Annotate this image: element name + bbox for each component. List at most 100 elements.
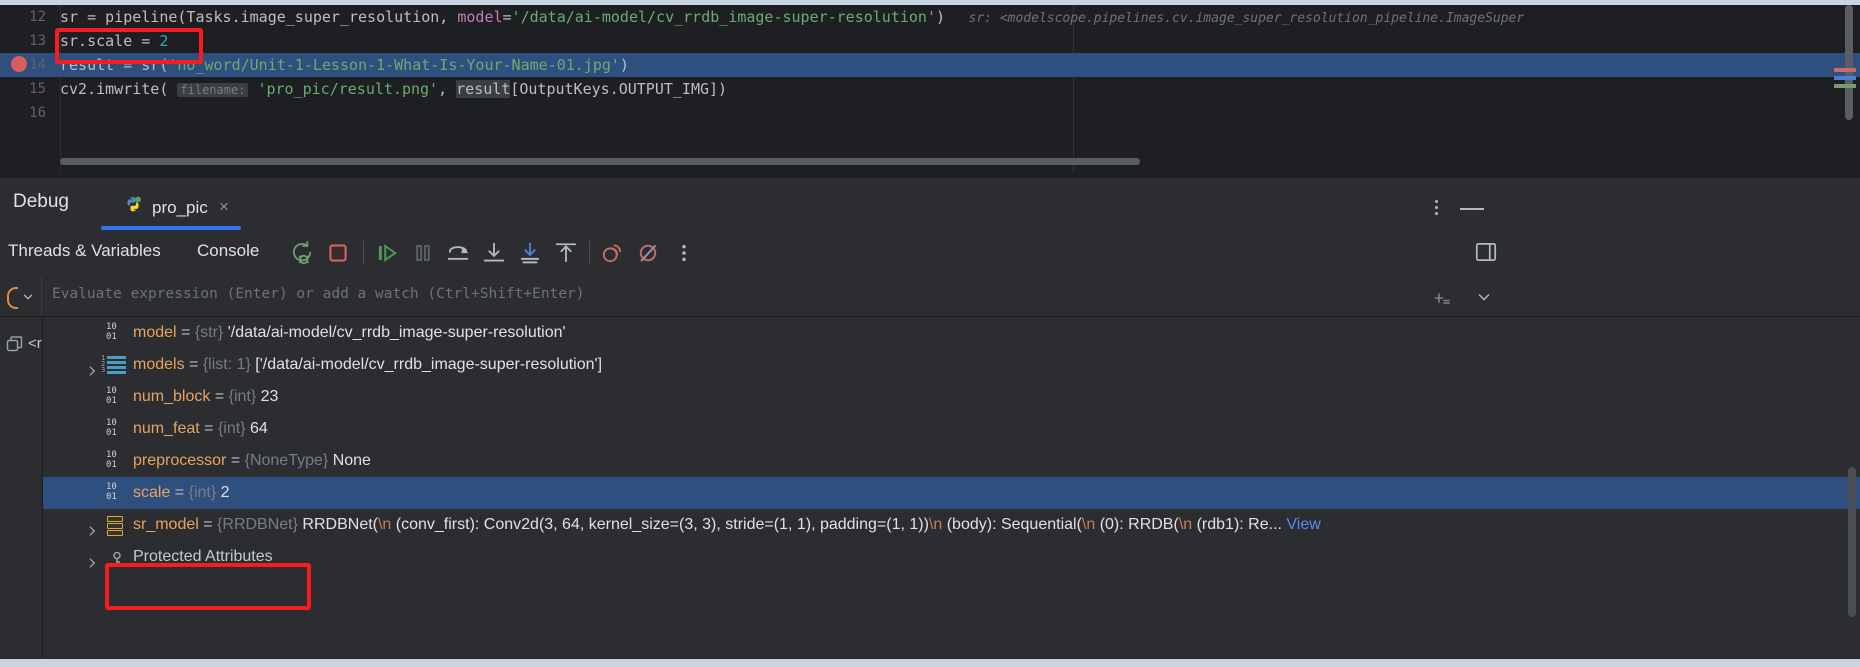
tab-threads-and-variables[interactable]: Threads & Variables	[8, 241, 161, 261]
evaluate-history-chevron-icon[interactable]	[1476, 289, 1492, 309]
view-link[interactable]: View	[1282, 516, 1320, 533]
code-token: 2	[159, 32, 169, 50]
code-text: sr = pipeline(Tasks.image_super_resoluti…	[60, 5, 1524, 31]
code-token: )	[936, 8, 946, 26]
debug-tool-window: Debug pro_pic × Threads & Variables Cons…	[0, 178, 1860, 667]
code-line[interactable]: 12 sr = pipeline(Tasks.image_super_resolu…	[0, 5, 1860, 29]
error-stripe-marker[interactable]	[1834, 68, 1856, 72]
variable-row[interactable]: Protected Attributes	[43, 541, 1860, 573]
code-token: model	[457, 8, 503, 26]
variable-type: {int}	[228, 388, 257, 405]
resume-button[interactable]	[373, 239, 403, 267]
variable-equals: =	[184, 356, 203, 373]
frames-sidebar[interactable]: <r	[0, 317, 43, 657]
code-line[interactable]: 13 sr.scale = 2	[0, 29, 1860, 53]
tab-console[interactable]: Console	[197, 241, 259, 261]
chevron-down-icon[interactable]	[21, 290, 35, 308]
escape-sequence: \n	[1081, 516, 1096, 533]
binary-value-icon: 10 01	[106, 418, 117, 438]
variable-row[interactable]: 10 01 num_block = {int} 23	[43, 381, 1860, 413]
pause-button[interactable]	[409, 239, 439, 267]
variable-name: model	[133, 324, 177, 341]
editor-vertical-scrollbar[interactable]	[1845, 5, 1853, 120]
variable-row[interactable]: 10 01 num_feat = {int} 64	[43, 413, 1860, 445]
code-token: cv2.imwrite(	[60, 80, 178, 98]
watches-toggle[interactable]	[0, 276, 42, 316]
close-icon[interactable]: ×	[215, 198, 233, 216]
layout-settings-icon[interactable]	[1473, 239, 1503, 267]
variable-type: {str}	[194, 324, 224, 341]
change-stripe-marker[interactable]	[1834, 84, 1856, 88]
escape-sequence: \n	[1178, 516, 1193, 533]
variables-tree[interactable]: 10 01 model = {str} '/data/ai-model/cv_rrd…	[43, 317, 1860, 657]
variable-equals: =	[210, 388, 229, 405]
toolbar-separator-2	[589, 241, 590, 265]
variable-type: {list: 1}	[202, 356, 251, 373]
variable-equals: =	[226, 452, 245, 469]
chevron-right-icon[interactable]	[85, 550, 99, 582]
variable-type: {int}	[217, 420, 246, 437]
code-line[interactable]: 15 cv2.imwrite( filename: 'pro_pic/result…	[0, 77, 1860, 101]
code-token: filename:	[177, 83, 249, 97]
variable-row[interactable]: 10 01 model = {str} '/data/ai-model/cv_rrd…	[43, 317, 1860, 349]
rerun-button[interactable]	[288, 239, 318, 267]
escape-sequence: \n	[928, 516, 943, 533]
variable-text: Protected Attributes	[133, 541, 273, 573]
code-token: )	[619, 56, 629, 74]
variable-equals: =	[198, 516, 218, 533]
toolbar-separator	[363, 241, 364, 265]
code-token: ,	[438, 80, 457, 98]
minimize-icon[interactable]	[1460, 208, 1484, 210]
variable-value: None	[332, 452, 371, 469]
mute-breakpoints-button[interactable]	[634, 239, 664, 267]
step-over-button[interactable]	[444, 239, 474, 267]
code-line[interactable]: 14 result = sr('no_word/Unit-1-Lesson-1-W…	[0, 53, 1860, 77]
variable-row[interactable]: 10 01 preprocessor = {NoneType} None	[43, 445, 1860, 477]
escape-sequence: \n	[377, 516, 392, 533]
code-token: 'no_word/Unit-1-Lesson-1-What-Is-Your-Na…	[168, 56, 620, 74]
variable-value: 2	[220, 484, 230, 501]
variable-value: '/data/ai-model/cv_rrdb_image-super-reso…	[227, 324, 566, 341]
step-out-button[interactable]	[552, 239, 582, 267]
variable-name: sr_model	[133, 516, 199, 533]
window-bottom-strip	[0, 659, 1860, 667]
stop-button[interactable]	[324, 239, 354, 267]
variable-text: scale = {int} 2	[133, 477, 230, 509]
watch-bracket-icon	[7, 287, 18, 309]
frame-label[interactable]: <r	[28, 335, 44, 352]
view-breakpoints-button[interactable]	[598, 239, 628, 267]
debug-session-tab[interactable]: pro_pic	[110, 188, 220, 228]
toolbar-more-icon[interactable]	[670, 239, 700, 267]
more-options-icon[interactable]	[1428, 200, 1444, 218]
add-watch-icon[interactable]	[1432, 288, 1452, 312]
evaluate-expression-input[interactable]: Evaluate expression (Enter) or add a wat…	[52, 286, 1392, 306]
variable-row[interactable]: 10 01 scale = {int} 2	[43, 477, 1860, 509]
variable-group-label: Protected Attributes	[133, 548, 273, 565]
variable-row[interactable]: 1 2 3 models = {list: 1} ['/data/ai-model/c…	[43, 349, 1860, 381]
breakpoint-marker[interactable]	[11, 56, 27, 72]
code-token: =	[502, 8, 512, 26]
variable-text: sr_model = {RRDBNet} RRDBNet(\n (conv_fi…	[133, 509, 1321, 541]
code-token: 'pro_pic/result.png'	[257, 80, 439, 98]
variable-value: 23	[260, 388, 279, 405]
code-editor[interactable]: 12 sr = pipeline(Tasks.image_super_resolu…	[0, 0, 1860, 178]
line-number: 13	[29, 33, 46, 49]
variable-equals: =	[199, 420, 218, 437]
caret-stripe-marker[interactable]	[1834, 76, 1856, 80]
variable-row[interactable]: sr_model = {RRDBNet} RRDBNet(\n (conv_fi…	[43, 509, 1860, 541]
line-number: 12	[29, 9, 46, 25]
variable-value: RRDBNet(\n (conv_first): Conv2d(3, 64, k…	[302, 516, 1282, 533]
variables-vertical-scrollbar[interactable]	[1848, 467, 1856, 617]
code-line[interactable]: 16	[0, 101, 1860, 125]
binary-value-icon: 10 01	[106, 482, 117, 502]
force-step-into-button[interactable]	[516, 239, 546, 267]
variable-text: num_block = {int} 23	[133, 381, 278, 413]
variable-value: 64	[250, 420, 268, 437]
step-into-button[interactable]	[480, 239, 510, 267]
variable-name: num_feat	[133, 420, 200, 437]
variable-value: ['/data/ai-model/cv_rrdb_image-super-res…	[255, 356, 603, 373]
code-text: result = sr('no_word/Unit-1-Lesson-1-Wha…	[60, 53, 629, 77]
binary-value-icon: 10 01	[106, 386, 117, 406]
editor-horizontal-scrollbar[interactable]	[60, 158, 1140, 165]
evaluate-expression-row[interactable]: Evaluate expression (Enter) or add a wat…	[0, 276, 1860, 316]
